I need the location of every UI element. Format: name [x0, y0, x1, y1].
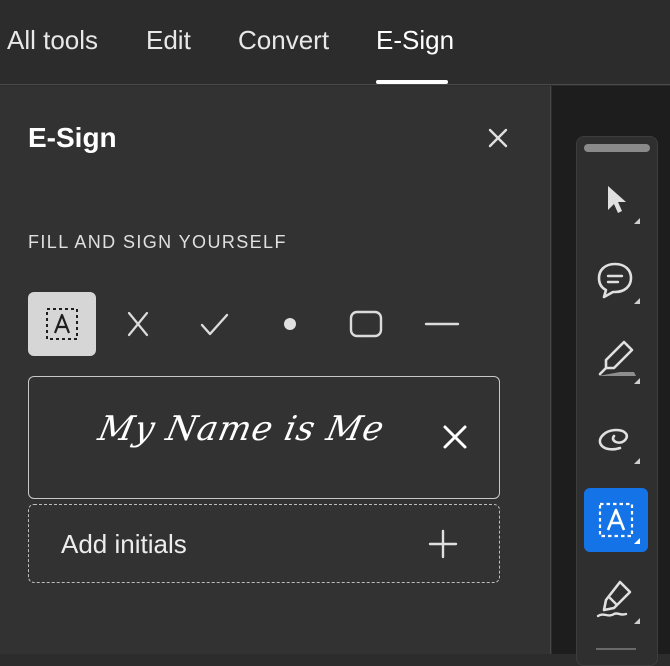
highlight-tool-button[interactable] — [584, 328, 648, 392]
active-tab-indicator — [376, 80, 448, 84]
signature-pen-icon — [596, 580, 640, 624]
rounded-rectangle-icon — [349, 310, 383, 338]
top-tab-bar: All tools Edit Convert E-Sign — [0, 0, 670, 85]
clear-signature-button[interactable] — [439, 421, 471, 453]
e-sign-panel: E-Sign FILL AND SIGN YOURSELF My Name is… — [0, 86, 551, 654]
toolbar-divider — [596, 648, 636, 650]
rectangle-tool[interactable] — [332, 292, 400, 356]
plus-icon — [427, 528, 459, 560]
toolbar-drag-handle[interactable] — [584, 144, 650, 152]
text-field-icon — [598, 502, 640, 544]
sign-tool-button[interactable] — [584, 568, 648, 632]
panel-title: E-Sign — [28, 122, 117, 153]
signature-text: My Name is Me — [94, 409, 389, 449]
tab-all-tools[interactable]: All tools — [7, 20, 98, 60]
text-field-icon — [46, 308, 78, 340]
add-initials-button[interactable]: Add initials — [28, 504, 500, 583]
add-initials-label: Add initials — [61, 529, 187, 559]
close-icon — [443, 425, 467, 449]
close-icon — [488, 128, 508, 148]
comment-icon — [597, 262, 640, 304]
tab-convert[interactable]: Convert — [238, 20, 329, 60]
signature-field[interactable]: My Name is Me — [28, 376, 500, 499]
close-panel-button[interactable] — [484, 124, 512, 152]
comment-tool-button[interactable] — [584, 248, 648, 312]
highlight-pen-icon — [598, 340, 640, 384]
line-icon — [424, 322, 460, 326]
tab-edit[interactable]: Edit — [146, 20, 191, 60]
tab-e-sign[interactable]: E-Sign — [376, 20, 454, 60]
text-field-tool-button[interactable] — [584, 488, 648, 552]
checkmark-tool[interactable] — [180, 292, 248, 356]
select-pointer-icon — [608, 186, 640, 224]
dot-tool[interactable] — [256, 292, 324, 356]
text-field-tool[interactable] — [28, 292, 96, 356]
section-label: FILL AND SIGN YOURSELF — [28, 232, 287, 252]
draw-tool-button[interactable] — [584, 408, 648, 472]
dot-icon — [284, 318, 296, 330]
draw-freehand-icon — [598, 428, 640, 464]
cross-mark-icon — [127, 311, 149, 337]
cross-mark-tool[interactable] — [104, 292, 172, 356]
checkmark-icon — [200, 313, 229, 336]
line-tool[interactable] — [408, 292, 476, 356]
select-tool-button[interactable] — [584, 168, 648, 232]
